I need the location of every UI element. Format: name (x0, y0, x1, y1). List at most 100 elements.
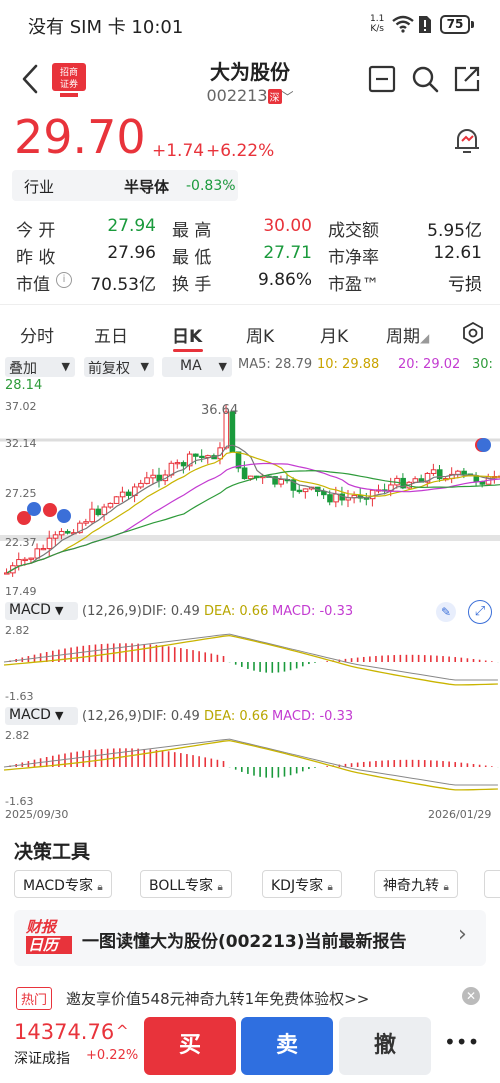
close-icon[interactable]: ✕ (462, 987, 480, 1005)
report-banner[interactable]: 财报 日历 一图读懂大为股份(002213)当前最新报告 › (14, 910, 486, 966)
tools-title: 决策工具 (14, 841, 91, 863)
candle (107, 502, 114, 508)
hot-tag: 热门 (16, 987, 53, 1010)
dea-line (3, 634, 498, 686)
tool-boll-expert[interactable]: BOLL专家 🔒︎ (140, 870, 232, 898)
status-bar: 没有 SIM 卡 10:01 1.1 K/s 75 (0, 0, 500, 48)
candle (46, 537, 53, 550)
industry-link[interactable]: 行业 半导体 -0.83% › (12, 170, 238, 201)
settings-icon[interactable] (462, 322, 484, 344)
stat-open: 27.94 (107, 216, 156, 236)
candle (369, 489, 376, 500)
tool-macd-expert[interactable]: MACD专家 🔒︎ (14, 870, 112, 898)
ma10-line (6, 451, 500, 574)
candle (461, 470, 467, 475)
tool-label: BOLL专家 (149, 878, 213, 894)
stat-label: 市盈™ (328, 275, 379, 295)
buy-button[interactable]: 买 (144, 1017, 236, 1075)
index-pct: +0.22% (86, 1048, 139, 1063)
tool-magic-nine[interactable]: 神奇九转 🔒︎ (374, 870, 458, 898)
macd-axis-top: 2.82 (5, 624, 30, 637)
stock-code-selector[interactable]: 002213 深 ﹀ (150, 86, 350, 105)
sell-button[interactable]: 卖 (241, 1017, 333, 1075)
candle (16, 559, 22, 567)
macd-selector-2[interactable]: MACD ▼ (5, 707, 78, 725)
peak-price-label: 36.64 (201, 403, 239, 418)
svg-text:证券: 证券 (60, 78, 78, 90)
lock-icon: 🔒︎ (443, 882, 449, 893)
stat-low: 27.71 (263, 243, 312, 263)
tab-intraday[interactable]: 分时 (20, 322, 54, 347)
more-icon[interactable]: ••• (444, 1030, 479, 1054)
candle (174, 462, 181, 465)
search-icon[interactable] (410, 64, 440, 94)
cancel-order-button[interactable]: 撤 (339, 1017, 431, 1075)
macd-selector-1[interactable]: MACD ▼ (5, 602, 78, 620)
info-icon[interactable]: i (56, 272, 72, 288)
tool-label: MACD专家 (23, 878, 93, 894)
price-axis-high: 37.02 (5, 400, 37, 413)
signal-marker (43, 503, 57, 517)
tab-period[interactable]: 周期◢ (386, 322, 429, 347)
lock-icon: 🔒︎ (327, 882, 333, 893)
stat-high: 30.00 (263, 216, 312, 236)
ma30-line (6, 469, 500, 574)
speed-unit: K/s (370, 24, 384, 34)
minimize-window-icon[interactable] (367, 64, 397, 94)
tool-kdj-expert[interactable]: KDJ专家 🔒︎ (262, 870, 342, 898)
tab-monthly-k[interactable]: 月K (320, 322, 348, 347)
candle (247, 475, 254, 480)
adjust-dropdown[interactable]: 前复权 ▼ (84, 357, 154, 377)
tab-five-day[interactable]: 五日 (94, 322, 128, 347)
alert-bell-icon[interactable] (452, 124, 482, 156)
svg-text:招商: 招商 (60, 66, 78, 78)
promo-banner[interactable]: 热门 邀友享价值548元神奇九转1年免费体验权>> ✕ (12, 985, 488, 1011)
date-end: 2026/01/29 (428, 808, 492, 821)
candle (193, 453, 199, 457)
candle (138, 482, 144, 488)
tool-more-partial[interactable] (484, 870, 500, 898)
index-name: 深证成指 (14, 1051, 70, 1067)
dea-line (3, 739, 498, 791)
overlay-label: 叠加 (9, 361, 37, 377)
candle (34, 548, 41, 559)
edit-icon[interactable]: ✎ (436, 602, 456, 622)
indicator-dropdown[interactable]: MA ▼ (162, 357, 232, 377)
stat-label: 今 开 (16, 221, 56, 241)
candle (241, 467, 248, 480)
stock-name: 大为股份 (210, 60, 290, 84)
expand-icon[interactable]: ⤢ (468, 600, 492, 624)
overlay-dropdown[interactable]: 叠加 ▼ (5, 357, 75, 377)
macd-value: MACD: -0.33 (272, 709, 354, 724)
macd-dif: DIF: 0.49 (142, 709, 200, 724)
candle (22, 558, 28, 562)
indicator-label: MA (180, 358, 202, 374)
index-value: 14374.76 (14, 1020, 115, 1044)
sim-alert-icon (419, 16, 431, 33)
back-arrow-icon[interactable] (18, 62, 42, 96)
candle (125, 491, 132, 496)
price-axis-mid2: 27.25 (5, 487, 37, 500)
share-icon[interactable] (452, 64, 482, 94)
tab-weekly-k[interactable]: 周K (246, 322, 274, 347)
tab-daily-k[interactable]: 日K (172, 322, 202, 347)
signal-marker (477, 438, 491, 452)
network-speed: 1.1 K/s (370, 14, 384, 34)
candle (28, 557, 34, 560)
report-logo-top: 财报 (26, 918, 57, 936)
candlestick-chart[interactable] (0, 398, 500, 598)
candle (58, 530, 65, 536)
candle (4, 572, 10, 575)
candle (199, 455, 205, 458)
candle (430, 469, 437, 474)
stat-label: 最 低 (172, 248, 212, 268)
candle (95, 508, 102, 516)
candle (144, 477, 150, 484)
ma30-label: 30: (472, 357, 493, 372)
stat-label: 市净率 (328, 248, 379, 268)
candle (89, 508, 95, 523)
broker-logo-icon: 招商 证券 (52, 63, 86, 97)
price-axis-low: 17.49 (5, 585, 37, 598)
ma20-value: 20: 29.02 (398, 357, 461, 372)
industry-label: 行业 (24, 178, 55, 196)
